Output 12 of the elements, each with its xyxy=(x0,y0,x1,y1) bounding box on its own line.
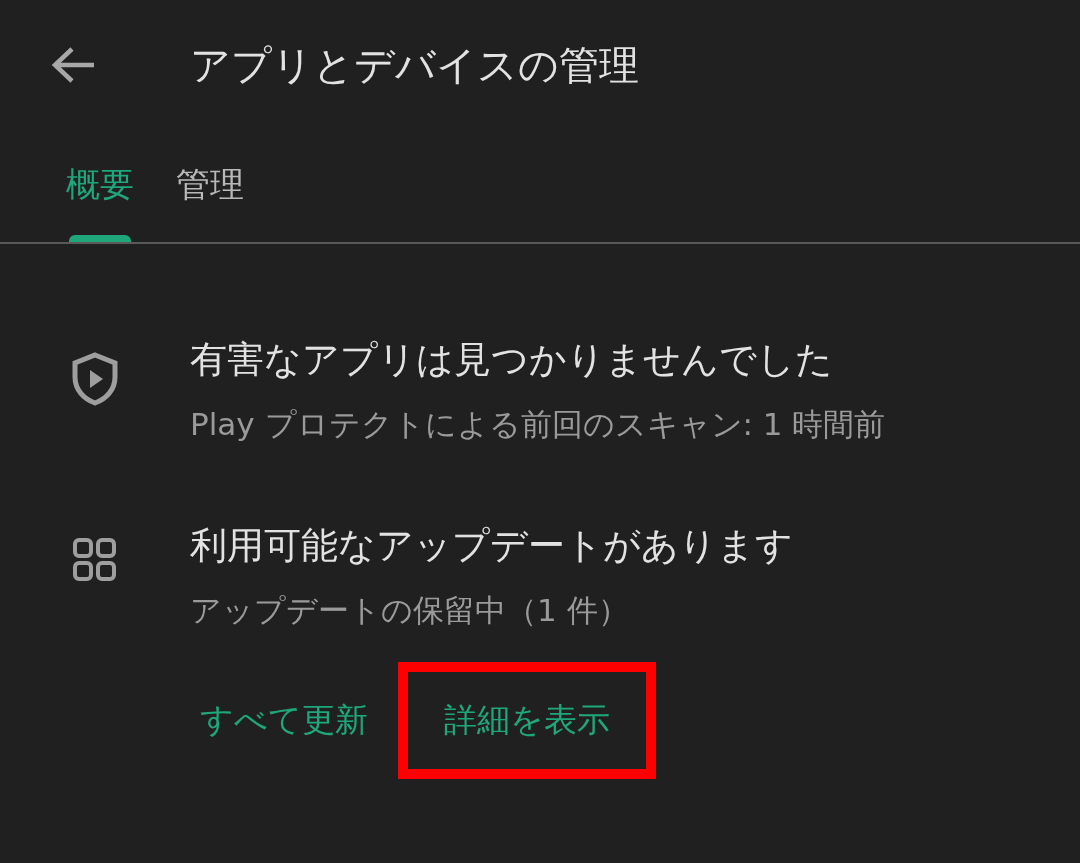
shield-icon xyxy=(71,352,119,406)
action-link[interactable]: 詳細を表示 xyxy=(398,662,656,779)
tab[interactable]: 概要 xyxy=(66,140,134,242)
section-subtitle: Play プロテクトによる前回のスキャン: 1 時間前 xyxy=(190,405,886,444)
action-link[interactable]: すべて更新 xyxy=(190,662,378,779)
section-title: 有害なアプリは見つかりませんでした xyxy=(190,337,834,383)
grid-icon xyxy=(73,538,117,582)
window-title: アプリとデバイスの管理 xyxy=(190,40,639,90)
tab[interactable]: 管理 xyxy=(176,140,244,242)
section-subtitle: アップデートの保留中（1 件） xyxy=(190,591,630,630)
back-icon[interactable] xyxy=(50,45,96,85)
section-title: 利用可能なアップデートがあります xyxy=(190,523,793,569)
